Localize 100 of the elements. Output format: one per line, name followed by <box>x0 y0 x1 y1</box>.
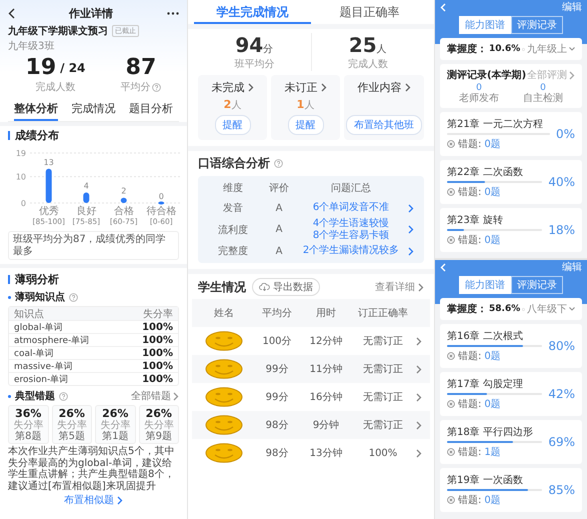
export-button[interactable]: 导出数据 <box>252 278 320 296</box>
stat-value: 25 <box>348 33 377 57</box>
issue-link[interactable]: 2个学生漏读情况较多 <box>296 245 406 257</box>
table-cell-text: global-单词 <box>14 322 63 334</box>
wrong-count-label: 错题: <box>458 350 482 363</box>
mastery-value: 10.6% <box>489 44 520 54</box>
grade-dropdown[interactable]: 九年级上 <box>527 42 575 56</box>
error-rate: 26% <box>58 407 85 420</box>
remind-button[interactable]: 提醒 <box>288 115 324 135</box>
chapter-card[interactable]: 第16章 二次根式 错题: 0题 80% <box>440 324 582 368</box>
column-header: 问题汇总 <box>330 182 372 195</box>
count-unit: 人 <box>231 99 242 112</box>
record-label: 老师发布 <box>459 93 499 104</box>
question-card[interactable]: 36% 失分率 第8题 <box>8 405 48 444</box>
assignment-title: 九年级下学期课文预习 <box>8 24 108 38</box>
segment-tab[interactable]: 评测记录 <box>511 276 563 294</box>
question-card[interactable]: 26% 失分率 第9题 <box>138 405 179 444</box>
grade-dropdown[interactable]: 八年级下 <box>527 302 575 316</box>
issue-link[interactable]: 6个单词发音不准 <box>296 202 406 214</box>
edit-link[interactable]: 编辑 <box>562 260 582 274</box>
table-cell-text: massive-单词 <box>14 360 72 372</box>
chevron-right-icon <box>418 282 424 292</box>
mastery-label: 掌握度： <box>447 42 487 56</box>
stat-unit: 人 <box>376 44 387 55</box>
chapter-card[interactable]: 第18章 平行四边形 错题: 1题 69% <box>440 420 582 464</box>
count-unit: 人 <box>304 99 314 112</box>
segment-tab[interactable]: 能力图谱 <box>459 16 511 34</box>
wrong-count: 0题 <box>484 186 501 199</box>
table-cell-text: 无需订正 <box>362 335 404 348</box>
question-number: 第8题 <box>15 431 42 442</box>
chevron-right-icon <box>173 392 179 400</box>
smiley-icon <box>205 443 243 463</box>
page-title: 作业详情 <box>69 6 113 20</box>
chevron-right-icon <box>408 225 414 234</box>
tab[interactable]: 题目分析 <box>129 98 173 121</box>
card-title-link[interactable]: 未完成 <box>212 80 254 95</box>
chapter-card[interactable]: 第22章 二次函数 错题: 0题 40% <box>440 160 582 204</box>
more-icon[interactable] <box>167 12 179 14</box>
wrong-count-label: 错题: <box>458 138 482 151</box>
segment-tab[interactable]: 能力图谱 <box>459 276 511 294</box>
column-header: 失分率 <box>143 308 173 320</box>
chapter-rate: 40% <box>548 175 575 189</box>
chevron-right-icon <box>404 83 410 92</box>
chapter-rate: 69% <box>548 435 575 449</box>
tab[interactable]: 完成情况 <box>72 98 116 121</box>
smiley-icon <box>205 359 243 379</box>
remind-button[interactable]: 提醒 <box>214 115 250 135</box>
chapter-card[interactable]: 第19章 一次函数 错题: 0题 85% <box>440 468 582 512</box>
help-icon <box>59 392 68 400</box>
chapter-card[interactable]: 第21章 一元二次方程 错题: 0题 0% <box>440 112 582 156</box>
question-card[interactable]: 26% 失分率 第5题 <box>52 405 92 444</box>
table-cell-text: 100分 <box>261 335 293 348</box>
help-icon <box>274 159 283 168</box>
table-cell-text: 12分钟 <box>308 334 344 348</box>
wrong-count-label: 错题: <box>458 398 482 411</box>
table-cell-text: atmosphere-单词 <box>14 334 90 346</box>
chevron-right-icon <box>416 392 422 402</box>
stat-label: 平均分 <box>120 81 150 94</box>
edit-link[interactable]: 编辑 <box>562 0 582 14</box>
column-header: 知识点 <box>14 308 44 320</box>
chapter-card[interactable]: 第17章 勾股定理 错题: 0题 42% <box>440 372 582 416</box>
assign-button[interactable]: 布置给其他班 <box>346 115 422 135</box>
wrong-count: 0题 <box>484 350 501 363</box>
tab[interactable]: 整体分析 <box>14 98 58 121</box>
question-card[interactable]: 26% 失分率 第1题 <box>95 405 136 444</box>
tab[interactable]: 学生完成情况 <box>194 0 311 24</box>
error-rate-label: 失分率 <box>13 420 44 431</box>
chapter-card[interactable]: 第23章 旋转 错题: 0题 18% <box>440 208 582 252</box>
segment-tab[interactable]: 评测记录 <box>511 16 563 34</box>
section-title: 薄弱分析 <box>15 272 59 287</box>
assign-similar-button[interactable]: 布置相似题 <box>60 492 127 508</box>
wrong-count: 0题 <box>484 138 501 151</box>
chevron-right-icon <box>416 364 422 374</box>
card-title-link[interactable]: 未订正 <box>284 80 326 95</box>
stat-total: / 24 <box>60 61 86 75</box>
error-rate: 36% <box>15 407 42 420</box>
back-icon[interactable] <box>8 8 15 18</box>
chevron-right-icon <box>569 70 575 80</box>
smiley-icon <box>205 331 243 351</box>
smiley-icon <box>205 387 243 407</box>
table-cell-text: A <box>274 202 284 214</box>
mastery-label: 掌握度： <box>447 302 487 316</box>
stat-label: 完成人数 <box>348 58 388 71</box>
table-cell-text: 流利度 <box>217 224 249 236</box>
record-count: 0 <box>540 84 546 93</box>
table-cell-text: 100% <box>368 448 398 458</box>
category-label: 优秀 <box>38 206 59 217</box>
table-cell-text: A <box>274 224 284 235</box>
card-title-link[interactable]: 作业内容 <box>358 80 410 95</box>
count-value: 2 <box>224 98 232 111</box>
tab[interactable]: 题目正确率 <box>311 0 428 24</box>
issue-link[interactable]: 4个学生语速较慢 8个学生容易卡顿 <box>296 218 406 241</box>
view-details-link[interactable]: 查看详细 <box>375 280 424 294</box>
chapter-rate: 80% <box>548 339 575 353</box>
table-cell-text: 11分钟 <box>308 362 344 376</box>
table-cell-text: 99分 <box>264 363 290 376</box>
table-cell-text: 98分 <box>264 419 290 432</box>
all-errors-link[interactable]: 全部错题 <box>131 389 179 403</box>
bar-value-label: 2 <box>121 186 126 196</box>
close-circle-icon <box>447 140 455 148</box>
